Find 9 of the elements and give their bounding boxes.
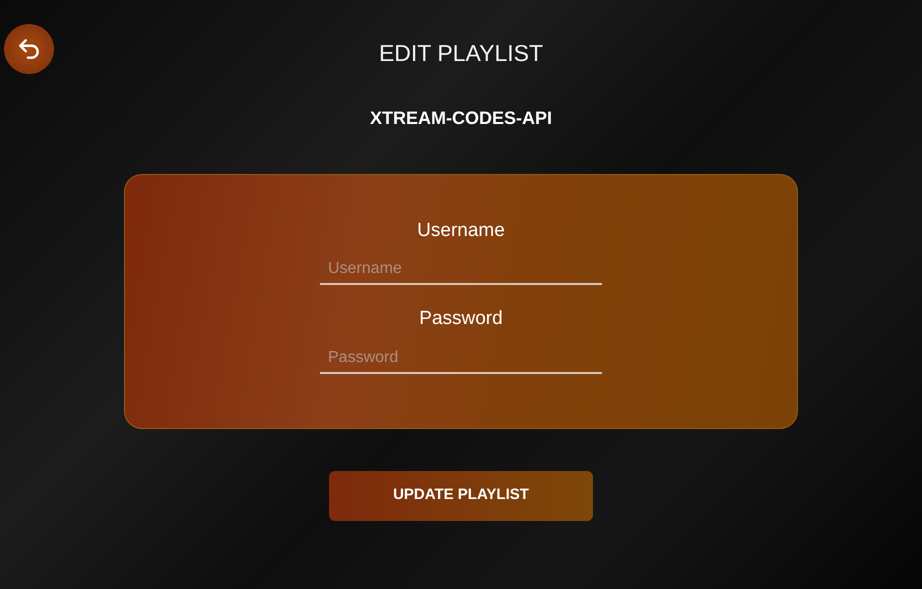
page-title: EDIT PLAYLIST	[378, 39, 544, 68]
input-field[interactable]: Password	[320, 344, 602, 374]
playlist-type: XTREAM-CODES-API	[370, 106, 552, 130]
back-arrow-icon	[16, 36, 42, 62]
back-button[interactable]	[4, 24, 54, 74]
update-playlist-button[interactable]: UPDATE PLAYLIST	[329, 470, 593, 520]
field-label: Password	[419, 307, 503, 331]
input-field[interactable]: Username	[320, 255, 602, 285]
field-label: Username	[417, 218, 505, 242]
